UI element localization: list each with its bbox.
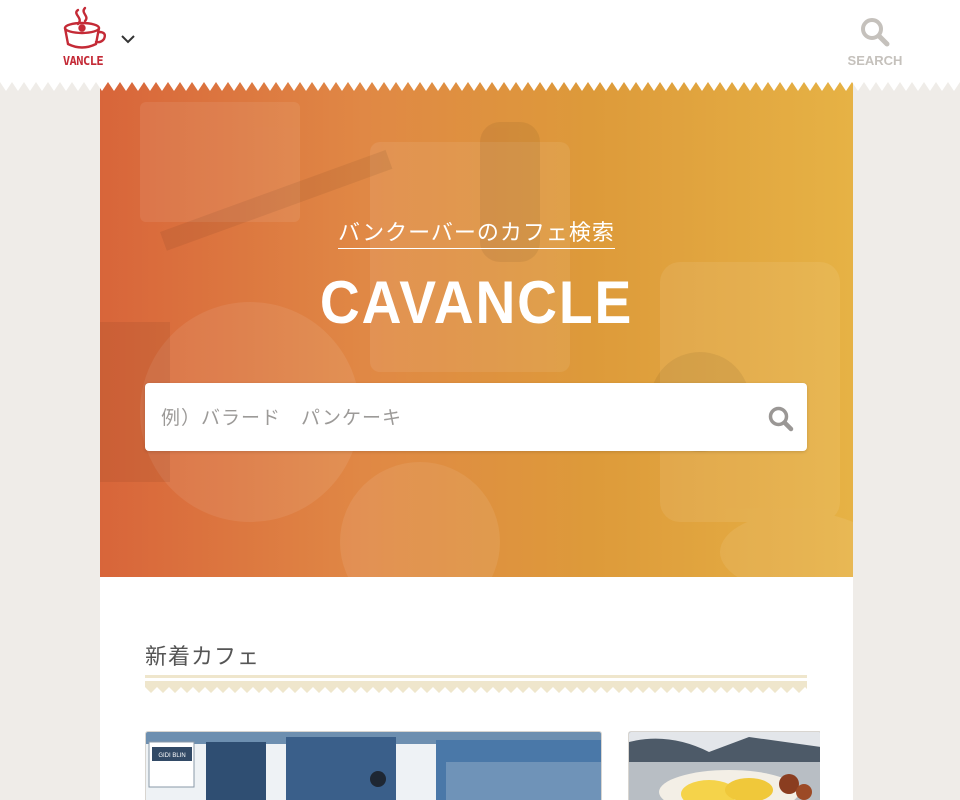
site-logo[interactable]: VANCLE: [58, 4, 108, 72]
header-search-button[interactable]: SEARCH: [846, 16, 904, 72]
header-zigzag-edge: [0, 82, 960, 91]
coffee-cup-logo-icon: [63, 6, 107, 49]
hero-title: CAVANCLE: [319, 269, 634, 336]
site-header: VANCLE SEARCH: [0, 0, 960, 82]
section-zigzag-divider: [145, 675, 807, 693]
section-heading: 新着カフェ: [145, 645, 261, 670]
storefront-sign-text: GIDI BLIN: [158, 753, 185, 759]
cafe-storefront-photo: GIDI BLIN: [146, 732, 601, 800]
eggs-benedict-photo: [629, 732, 820, 800]
search-icon: [768, 406, 794, 432]
hero-subtitle: バンクーバーのカフェ検索: [338, 221, 615, 249]
cafe-card[interactable]: [628, 731, 820, 800]
chevron-down-icon[interactable]: [120, 30, 136, 44]
cafe-search-box: [145, 383, 807, 453]
logo-wordmark: VANCLE: [62, 54, 104, 68]
cafe-search-input[interactable]: [159, 383, 763, 453]
search-icon: [861, 18, 890, 47]
new-cafes-section: 新着カフェ GIDI BLIN: [100, 577, 853, 800]
hero-banner: バンクーバーのカフェ検索 CAVANCLE: [100, 82, 853, 577]
cafe-card[interactable]: GIDI BLIN: [145, 731, 602, 800]
search-submit-button[interactable]: [767, 405, 795, 433]
header-search-label: SEARCH: [847, 53, 903, 68]
cafe-card-list: GIDI BLIN: [145, 731, 820, 800]
hero-subtitle-wrap: バンクーバーのカフェ検索: [100, 215, 853, 249]
